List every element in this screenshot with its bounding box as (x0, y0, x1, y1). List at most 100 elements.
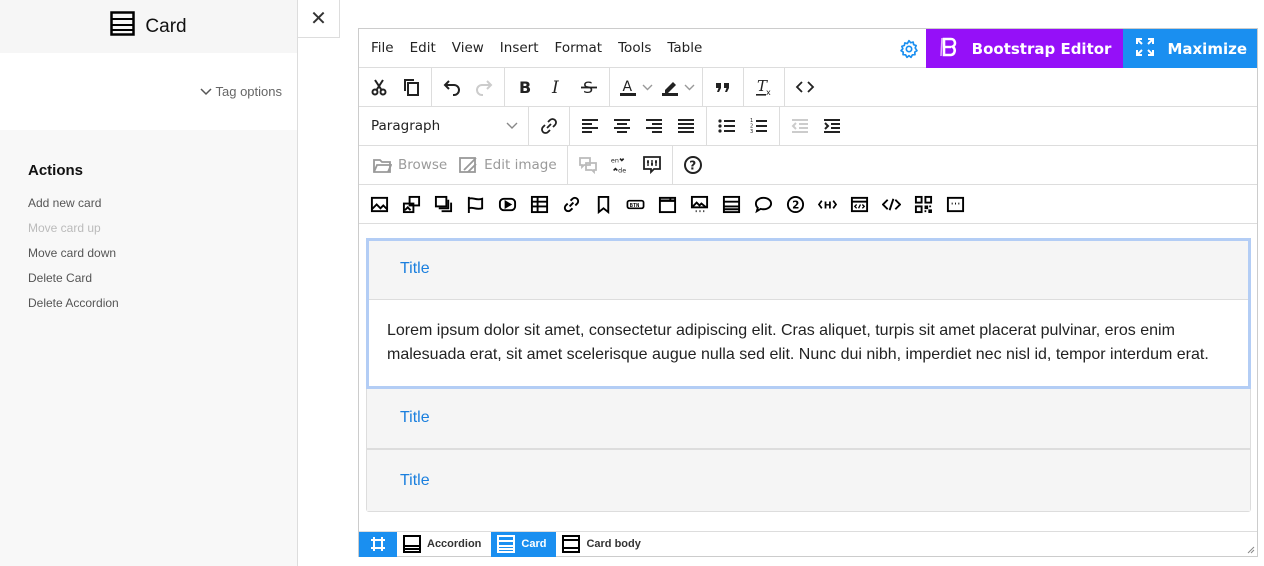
insert-badge-button[interactable]: 2 (779, 189, 811, 219)
insert-picture-button[interactable] (395, 189, 427, 219)
insert-bookmark-button[interactable] (587, 189, 619, 219)
insert-button-button[interactable]: BTN (619, 189, 651, 219)
settings-gear-icon[interactable] (892, 39, 926, 59)
text-color-split-button[interactable]: A (614, 72, 656, 102)
undo-button[interactable] (436, 72, 468, 102)
strikethrough-button[interactable]: S (573, 72, 605, 102)
scissors-icon (371, 79, 387, 96)
bullet-list-button[interactable] (711, 111, 743, 141)
align-center-button[interactable] (606, 111, 638, 141)
toolbar-row-1: B I S A Tx (359, 67, 1257, 107)
link-icon (541, 118, 557, 134)
insert-card-button[interactable] (651, 189, 683, 219)
editor-content[interactable]: Title Lorem ipsum dolor sit amet, consec… (359, 224, 1257, 531)
table-icon (530, 195, 548, 213)
menu-insert[interactable]: Insert (488, 40, 547, 56)
cut-button[interactable] (363, 72, 395, 102)
breadcrumb-card[interactable]: Card (491, 531, 557, 557)
align-right-button[interactable] (638, 111, 670, 141)
menu-file[interactable]: File (359, 40, 402, 56)
indent-button[interactable] (816, 111, 848, 141)
svg-text:H: H (823, 200, 831, 211)
card-header[interactable]: Title (367, 450, 1250, 511)
close-button[interactable]: ✕ (298, 0, 340, 38)
delete-card-action[interactable]: Delete Card (28, 272, 269, 297)
badge-number-icon: 2 (786, 195, 804, 213)
accordion: Title Lorem ipsum dolor sit amet, consec… (366, 238, 1251, 512)
tag-options-toggle[interactable]: Tag options (0, 53, 297, 130)
card-title[interactable]: Title (400, 472, 430, 490)
insert-carousel-button[interactable] (683, 189, 715, 219)
qr-grid-icon (914, 195, 932, 213)
move-card-up-action[interactable]: Move card up (28, 222, 269, 247)
card-header[interactable]: Title (367, 388, 1250, 449)
insert-image-button[interactable] (363, 189, 395, 219)
menu-edit[interactable]: Edit (398, 40, 444, 56)
blockquote-button[interactable] (707, 72, 739, 102)
source-code-button[interactable] (789, 72, 821, 102)
copy-button[interactable] (395, 72, 427, 102)
breadcrumb-accordion[interactable]: Accordion (397, 532, 491, 557)
card-header[interactable]: Title (367, 239, 1250, 300)
edit-image-icon (459, 156, 477, 173)
insert-table-button[interactable] (523, 189, 555, 219)
insert-template-button[interactable] (907, 189, 939, 219)
svg-text:3: 3 (750, 129, 753, 135)
menu-tools[interactable]: Tools (606, 40, 659, 56)
chevron-down-icon (506, 118, 518, 134)
insert-heading-button[interactable]: H (811, 189, 843, 219)
card-title[interactable]: Title (400, 260, 430, 278)
insert-snippet-button[interactable] (843, 189, 875, 219)
italic-button[interactable]: I (541, 72, 573, 102)
insert-code-button[interactable] (875, 189, 907, 219)
bootstrap-editor-button[interactable]: Bootstrap Editor (925, 29, 1124, 68)
card-title[interactable]: Title (400, 409, 430, 427)
outdent-button[interactable] (784, 111, 816, 141)
insert-banner-button[interactable] (459, 189, 491, 219)
accessibility-checker-button[interactable] (636, 150, 668, 180)
sliders-comment-icon (642, 156, 661, 175)
accordion-card[interactable]: Title (367, 450, 1250, 511)
actions-heading: Actions (28, 162, 84, 179)
move-card-down-action[interactable]: Move card down (28, 247, 269, 272)
menu-table[interactable]: Table (655, 40, 710, 56)
comments-button[interactable] (572, 150, 604, 180)
breadcrumb-label: Accordion (427, 538, 482, 550)
accordion-card-selected[interactable]: Title Lorem ipsum dolor sit amet, consec… (366, 238, 1251, 389)
clear-formatting-button[interactable]: Tx (748, 72, 780, 102)
justify-button[interactable] (670, 111, 702, 141)
insert-popover-button[interactable] (747, 189, 779, 219)
select-element-button[interactable] (359, 531, 397, 557)
edit-image-label: Edit image (484, 157, 557, 173)
resize-handle-icon[interactable] (1246, 545, 1255, 554)
add-new-card-action[interactable]: Add new card (28, 197, 269, 222)
accordion-card[interactable]: Title (367, 388, 1250, 450)
block-format-select[interactable]: Paragraph (359, 106, 529, 146)
numbered-list-button[interactable]: 123 (743, 111, 775, 141)
redo-button[interactable] (468, 72, 500, 102)
maximize-button[interactable]: Maximize (1123, 29, 1257, 68)
insert-accordion-button[interactable] (715, 189, 747, 219)
highlight-color-split-button[interactable] (656, 72, 698, 102)
menu-format[interactable]: Format (543, 40, 611, 56)
insert-gallery-button[interactable] (427, 189, 459, 219)
browse-button[interactable]: Browse (367, 150, 453, 180)
align-left-button[interactable] (574, 111, 606, 141)
svg-text:I: I (551, 78, 559, 97)
picture-icon (402, 195, 420, 213)
breadcrumb-card-body[interactable]: Card body (556, 532, 650, 557)
card-body-icon (562, 535, 581, 553)
insert-modal-button[interactable] (939, 189, 971, 219)
edit-image-button[interactable]: Edit image (453, 150, 562, 180)
bold-button[interactable]: B (509, 72, 541, 102)
code-icon (881, 197, 901, 211)
insert-video-button[interactable] (491, 189, 523, 219)
menu-view[interactable]: View (440, 40, 492, 56)
help-button[interactable]: ? (677, 150, 709, 180)
insert-link-button[interactable] (533, 111, 565, 141)
card-body[interactable]: Lorem ipsum dolor sit amet, consectetur … (367, 300, 1250, 387)
card-window-icon (658, 196, 676, 213)
translate-button[interactable]: en de (604, 150, 636, 180)
insert-bs-link-button[interactable] (555, 189, 587, 219)
delete-accordion-action[interactable]: Delete Accordion (28, 297, 269, 322)
